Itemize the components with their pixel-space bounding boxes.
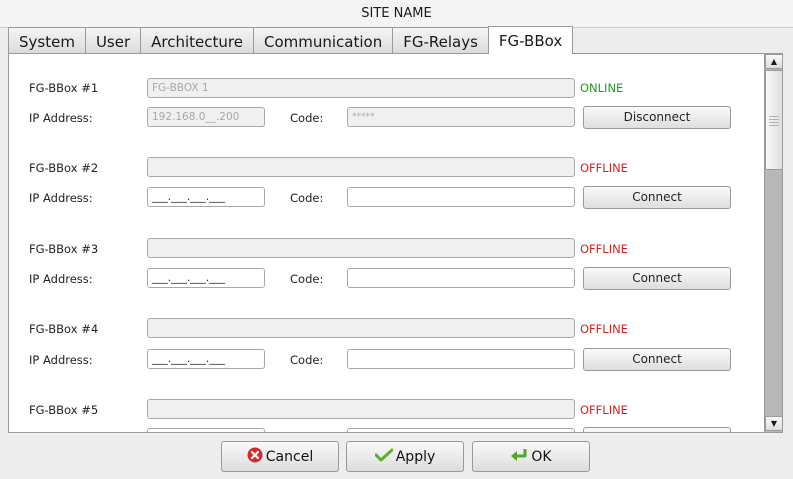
cancel-button[interactable]: Cancel bbox=[221, 441, 339, 472]
device-1-ip-label: IP Address: bbox=[29, 111, 93, 125]
device-2-ip-field[interactable]: ___.___.___.___ bbox=[147, 187, 265, 207]
scrollbar-thumb[interactable] bbox=[765, 70, 782, 170]
checkmark-icon bbox=[374, 448, 396, 466]
cancel-x-icon bbox=[247, 447, 266, 467]
device-5-connect-button[interactable] bbox=[583, 427, 731, 432]
device-2-ip-label: IP Address: bbox=[29, 191, 93, 205]
apply-button-label: Apply bbox=[395, 448, 436, 465]
device-3-name-field[interactable] bbox=[147, 238, 575, 258]
device-3-label: FG-BBox #3 bbox=[29, 242, 99, 256]
tab-fg-bbox[interactable]: FG-BBox bbox=[487, 26, 574, 54]
device-3-ip-label: IP Address: bbox=[29, 272, 93, 286]
device-4-name-field[interactable] bbox=[147, 318, 575, 338]
device-3-connect-button[interactable]: Connect bbox=[583, 267, 731, 290]
tab-user[interactable]: User bbox=[84, 27, 142, 53]
device-2-label: FG-BBox #2 bbox=[29, 161, 99, 175]
apply-button[interactable]: Apply bbox=[346, 441, 464, 472]
device-1-status: ONLINE bbox=[580, 81, 624, 95]
tab-fg-relays[interactable]: FG-Relays bbox=[392, 27, 489, 53]
tab-bar: System User Architecture Communication F… bbox=[8, 26, 574, 54]
device-2-status: OFFLINE bbox=[580, 161, 628, 175]
device-2-code-label: Code: bbox=[290, 191, 324, 205]
device-5-code-field[interactable] bbox=[347, 428, 575, 432]
ok-button-label: OK bbox=[531, 448, 552, 465]
ok-button[interactable]: OK bbox=[472, 441, 590, 472]
device-2-name-field[interactable] bbox=[147, 157, 575, 177]
device-4-ip-label: IP Address: bbox=[29, 353, 93, 367]
scroll-down-arrow-icon[interactable]: ▼ bbox=[765, 416, 782, 431]
device-5-label: FG-BBox #5 bbox=[29, 403, 99, 417]
window-title: SITE NAME bbox=[0, 0, 793, 28]
cancel-button-label: Cancel bbox=[265, 448, 314, 465]
device-1-name-field[interactable]: FG-BBOX 1 bbox=[147, 78, 575, 98]
device-4-status: OFFLINE bbox=[580, 322, 628, 336]
device-5-name-field[interactable] bbox=[147, 399, 575, 419]
device-1-ip-field[interactable]: 192.168.0__.200 bbox=[147, 107, 265, 127]
device-1-disconnect-button[interactable]: Disconnect bbox=[583, 106, 731, 129]
device-3-code-field[interactable] bbox=[347, 268, 575, 288]
device-5-status: OFFLINE bbox=[580, 403, 628, 417]
device-4-code-label: Code: bbox=[290, 353, 324, 367]
device-3-status: OFFLINE bbox=[580, 242, 628, 256]
scroll-up-arrow-icon[interactable]: ▲ bbox=[765, 54, 782, 69]
device-3-ip-field[interactable]: ___.___.___.___ bbox=[147, 268, 265, 288]
device-1-label: FG-BBox #1 bbox=[29, 81, 99, 95]
device-4-connect-button[interactable]: Connect bbox=[583, 348, 731, 371]
device-1-code-field[interactable]: ***** bbox=[347, 107, 575, 127]
return-arrow-icon bbox=[510, 448, 531, 466]
device-4-label: FG-BBox #4 bbox=[29, 322, 99, 336]
fg-bbox-panel: FG-BBox #1 FG-BBOX 1 ONLINE IP Address: … bbox=[8, 53, 783, 433]
device-1-code-label: Code: bbox=[290, 111, 324, 125]
tab-architecture[interactable]: Architecture bbox=[140, 27, 254, 53]
device-5-ip-field[interactable] bbox=[147, 428, 265, 432]
device-4-ip-field[interactable]: ___.___.___.___ bbox=[147, 349, 265, 369]
vertical-scrollbar[interactable]: ▲ ▼ bbox=[764, 54, 782, 432]
device-3-code-label: Code: bbox=[290, 272, 324, 286]
device-2-code-field[interactable] bbox=[347, 187, 575, 207]
tab-system[interactable]: System bbox=[8, 27, 86, 53]
device-4-code-field[interactable] bbox=[347, 349, 575, 369]
device-2-connect-button[interactable]: Connect bbox=[583, 186, 731, 209]
tab-communication[interactable]: Communication bbox=[252, 27, 394, 53]
